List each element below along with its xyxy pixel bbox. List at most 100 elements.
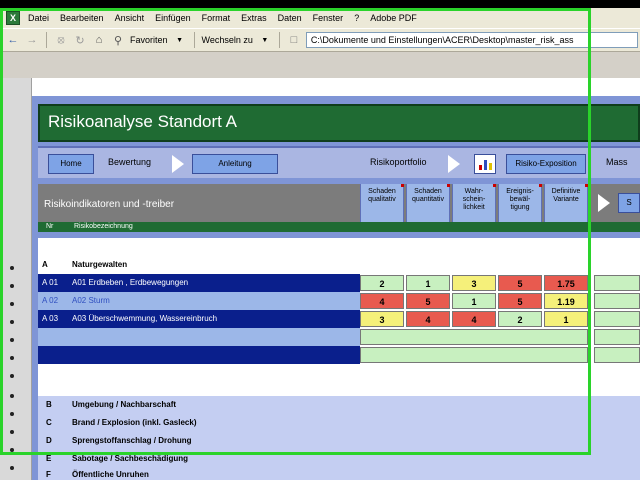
empty-cell[interactable]: [360, 347, 588, 363]
table-row-empty[interactable]: [38, 346, 640, 364]
switch-dropdown-icon[interactable]: ▼: [258, 33, 272, 47]
value-cell[interactable]: 2: [360, 275, 404, 291]
value-cell[interactable]: 1: [406, 275, 450, 291]
chart-icon-bar: [483, 160, 487, 170]
empty-cell[interactable]: [360, 329, 588, 345]
home-button[interactable]: Home: [48, 154, 94, 174]
comment-marker[interactable]: [401, 184, 404, 187]
empty-cell[interactable]: [594, 329, 640, 345]
value-cell[interactable]: 5: [498, 293, 542, 309]
col-header-line: Schaden: [414, 188, 442, 195]
row-name: Naturgewalten: [72, 260, 128, 269]
table-row[interactable]: A 03 A03 Überschwemmung, Wassereinbruch …: [38, 310, 640, 328]
risk-exposition-button[interactable]: Risiko-Exposition: [506, 154, 586, 174]
outline-dot[interactable]: [10, 394, 14, 398]
outline-dot[interactable]: [10, 412, 14, 416]
menu-bar: X Datei Bearbeiten Ansicht Einfügen Form…: [0, 8, 640, 28]
refresh-icon[interactable]: ↻: [73, 33, 87, 47]
outline-dot[interactable]: [10, 448, 14, 452]
row-code: A 01: [42, 278, 59, 287]
back-arrow-icon[interactable]: ←: [6, 33, 20, 47]
outline-dot[interactable]: [10, 266, 14, 270]
comment-marker[interactable]: [447, 184, 450, 187]
value-cell[interactable]: 4: [406, 311, 450, 327]
bar-chart-icon[interactable]: [474, 154, 496, 174]
switch-to-menu[interactable]: Wechseln zu: [202, 35, 253, 45]
category-code: F: [46, 470, 51, 479]
value-cell[interactable]: 1.19: [544, 293, 588, 309]
value-cell[interactable]: 3: [360, 311, 404, 327]
outline-dot[interactable]: [10, 302, 14, 306]
menu-daten[interactable]: Daten: [278, 13, 302, 23]
col-header-line: schein-: [462, 196, 486, 203]
toolbar-gap: [0, 52, 640, 78]
screen-edge: [591, 0, 640, 8]
toolbar-separator: [278, 32, 280, 48]
comment-marker[interactable]: [585, 184, 588, 187]
forward-arrow-icon[interactable]: →: [25, 33, 39, 47]
row-code: A 02: [42, 296, 59, 305]
category-row[interactable]: B Umgebung / Nachbarschaft: [38, 396, 640, 414]
comment-marker[interactable]: [493, 184, 496, 187]
menu-adobe-pdf[interactable]: Adobe PDF: [370, 13, 417, 23]
col-header-line: Variante: [553, 196, 579, 203]
next-arrow-icon: [598, 194, 610, 212]
table-row[interactable]: A 02 A02 Sturm 4 5 1 5 1.19: [38, 292, 640, 310]
col-header-line: quantitativ: [412, 196, 444, 203]
menu-datei[interactable]: Datei: [28, 13, 49, 23]
empty-cell[interactable]: [594, 311, 640, 327]
bewertung-label: Bewertung: [108, 157, 152, 167]
value-cell[interactable]: 4: [360, 293, 404, 309]
col-header-line: bewäl-: [509, 196, 531, 203]
empty-cell[interactable]: [594, 275, 640, 291]
value-cell[interactable]: 1.75: [544, 275, 588, 291]
value-cell[interactable]: 2: [498, 311, 542, 327]
category-code: B: [46, 400, 52, 409]
category-row[interactable]: D Sprengstoffanschlag / Drohung: [38, 432, 640, 450]
outline-dot[interactable]: [10, 430, 14, 434]
category-list: B Umgebung / Nachbarschaft C Brand / Exp…: [38, 396, 640, 480]
stop-icon[interactable]: ⦻: [54, 33, 68, 47]
value-cell[interactable]: 1: [544, 311, 588, 327]
title-band: Risikoanalyse Standort A: [38, 104, 640, 142]
favorites-menu[interactable]: Favoriten: [130, 35, 168, 45]
table-row[interactable]: A 01 A01 Erdbeben , Erdbewegungen 2 1 3 …: [38, 274, 640, 292]
table-row[interactable]: A Naturgewalten: [38, 256, 640, 274]
category-row[interactable]: F Öffentliche Unruhen: [38, 466, 640, 480]
menu-fenster[interactable]: Fenster: [313, 13, 344, 23]
value-cell[interactable]: 3: [452, 275, 496, 291]
menu-extras[interactable]: Extras: [241, 13, 267, 23]
menu-format[interactable]: Format: [202, 13, 231, 23]
outline-dot[interactable]: [10, 320, 14, 324]
category-row[interactable]: C Brand / Explosion (inkl. Gasleck): [38, 414, 640, 432]
search-web-icon[interactable]: ⚲: [111, 33, 125, 47]
outline-dot[interactable]: [10, 356, 14, 360]
col-header-line: lichkeit: [463, 204, 485, 211]
s-button[interactable]: S: [618, 193, 640, 213]
anleitung-button[interactable]: Anleitung: [192, 154, 278, 174]
value-cell[interactable]: 1: [452, 293, 496, 309]
col-header-line: Ereignis-: [506, 188, 534, 195]
category-name: Öffentliche Unruhen: [72, 470, 149, 479]
outline-dot[interactable]: [10, 466, 14, 470]
menu-einfuegen[interactable]: Einfügen: [155, 13, 191, 23]
empty-cell[interactable]: [594, 347, 640, 363]
value-cell[interactable]: 5: [498, 275, 542, 291]
home-icon[interactable]: ⌂: [92, 33, 106, 47]
value-cell[interactable]: 5: [406, 293, 450, 309]
menu-bearbeiten[interactable]: Bearbeiten: [60, 13, 104, 23]
address-field[interactable]: C:\Dokumente und Einstellungen\ACER\Desk…: [305, 32, 638, 48]
comment-marker[interactable]: [539, 184, 542, 187]
col-header-line: qualitativ: [368, 196, 396, 203]
category-name: Sprengstoffanschlag / Drohung: [72, 436, 192, 445]
menu-ansicht[interactable]: Ansicht: [115, 13, 145, 23]
outline-dot[interactable]: [10, 284, 14, 288]
table-row-empty[interactable]: [38, 328, 640, 346]
outline-dot[interactable]: [10, 338, 14, 342]
row-background: [38, 346, 360, 364]
value-cell[interactable]: 4: [452, 311, 496, 327]
empty-cell[interactable]: [594, 293, 640, 309]
menu-help[interactable]: ?: [354, 13, 359, 23]
favorites-dropdown-icon[interactable]: ▼: [173, 33, 187, 47]
outline-dot[interactable]: [10, 374, 14, 378]
